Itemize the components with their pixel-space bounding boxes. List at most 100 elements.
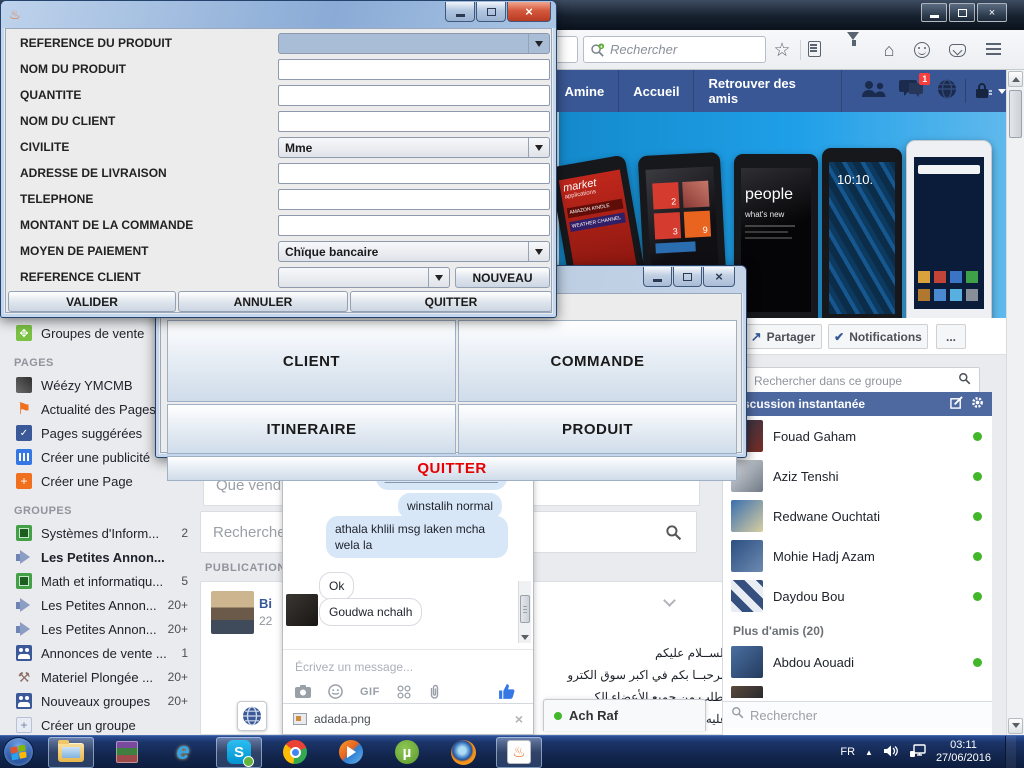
network-icon[interactable] (909, 744, 926, 761)
chat-scrollbar-thumb[interactable] (520, 595, 530, 623)
search-icon[interactable] (665, 524, 682, 546)
firefox-close-button[interactable]: × (977, 3, 1007, 22)
post-author-name[interactable]: Bi (259, 596, 272, 611)
post-author-avatar[interactable] (211, 591, 254, 634)
emoji-smiley-icon[interactable] (328, 684, 343, 699)
notifications-globe-icon[interactable] (937, 79, 957, 104)
like-thumb-icon[interactable] (497, 682, 517, 701)
form-maximize-button[interactable] (476, 2, 506, 22)
notifications-button[interactable]: ✔ Notifications (828, 324, 928, 349)
sidebar-group-item[interactable]: Les Petites Annon... 20+ (0, 617, 200, 641)
montant-commande-field[interactable] (278, 215, 550, 236)
menu-minimize-button[interactable] (643, 267, 672, 287)
volume-icon[interactable] (883, 744, 899, 761)
more-options-button[interactable]: ... (936, 324, 966, 349)
sidebar-group-item[interactable]: + Créer un groupe (0, 713, 200, 737)
gif-button[interactable]: GIF (360, 686, 380, 698)
menu-quitter-button[interactable]: QUITTER (167, 456, 737, 481)
firefox-minimize-button[interactable] (921, 3, 947, 22)
show-desktop-button[interactable] (1005, 736, 1016, 768)
nom-client-field[interactable] (278, 111, 550, 132)
chat-settings-gear-icon[interactable] (971, 396, 984, 412)
remove-attachment-icon[interactable]: × (515, 711, 523, 727)
client-button[interactable]: CLIENT (167, 320, 456, 402)
sidebar-group-item[interactable]: Annonces de vente ... 1 (0, 641, 200, 665)
sidebar-group-item[interactable]: Les Petites Annon... (0, 545, 200, 569)
home-icon[interactable]: ⌂ (879, 39, 899, 61)
nav-find-friends-link[interactable]: Retrouver des amis (694, 70, 841, 112)
itineraire-button[interactable]: ITINERAIRE (167, 404, 456, 454)
camera-icon[interactable] (295, 685, 311, 698)
form-close-button[interactable]: × (507, 2, 551, 22)
quantite-field[interactable] (278, 85, 550, 106)
post-options-chevron-icon[interactable] (663, 594, 676, 607)
group-search-input[interactable] (754, 374, 958, 388)
adresse-livraison-field[interactable] (278, 163, 550, 184)
chat-contact-row[interactable]: Aziz Tenshi (723, 456, 992, 496)
start-button[interactable] (3, 737, 34, 767)
taskbar-utorrent-button[interactable]: µ (384, 737, 430, 768)
bookmarks-menu-icon[interactable] (808, 41, 821, 57)
nav-home-link[interactable]: Accueil (619, 70, 694, 112)
taskbar-explorer-button[interactable] (48, 737, 94, 768)
scroll-up-button[interactable] (1008, 71, 1023, 87)
firefox-search-input[interactable] (610, 42, 740, 57)
taskbar-skype-button[interactable]: S (216, 737, 262, 768)
nom-produit-field[interactable] (278, 59, 550, 80)
taskbar-winrar-button[interactable] (104, 737, 150, 768)
pocket-icon[interactable] (949, 44, 966, 57)
taskbar-java-button[interactable]: ♨ (496, 737, 542, 768)
commande-button[interactable]: COMMANDE (458, 320, 737, 402)
stickers-grid-icon[interactable] (397, 685, 411, 699)
taskbar-media-player-button[interactable] (328, 737, 374, 768)
annuler-button[interactable]: ANNULER (178, 291, 348, 312)
firefox-search-box[interactable]: + (583, 36, 766, 63)
chat-contact-row[interactable]: Daydou Bou (723, 576, 992, 616)
telephone-field[interactable] (278, 189, 550, 210)
chat-contact-row-extra[interactable]: Abdou Aouadi (723, 642, 992, 682)
menu-maximize-button[interactable] (673, 267, 702, 287)
sidebar-group-item[interactable]: ⚒ Materiel Plongée ... 20+ (0, 665, 200, 689)
firefox-restore-button[interactable] (949, 3, 975, 22)
sidebar-group-item[interactable]: Systèmes d'Inform... 2 (0, 521, 200, 545)
nouveau-button[interactable]: NOUVEAU (455, 267, 550, 288)
bookmark-star-icon[interactable]: ☆ (770, 38, 794, 62)
privacy-shortcuts-lock-icon[interactable] (974, 83, 1006, 99)
keyboard-language-indicator[interactable]: FR (840, 746, 855, 758)
share-button[interactable]: ↗ Partager (744, 324, 822, 349)
chat-contact-row[interactable]: Mohie Hadj Azam (723, 536, 992, 576)
chat-scrollbar[interactable] (518, 581, 531, 643)
reference-client-combobox[interactable] (278, 267, 450, 288)
nav-profile-link[interactable]: Amine (549, 70, 619, 112)
menu-close-button[interactable]: × (703, 267, 735, 287)
form-quitter-button[interactable]: QUITTER (350, 291, 552, 312)
reference-produit-combobox[interactable] (278, 33, 550, 54)
messages-icon[interactable]: 1 (899, 79, 923, 103)
chat-sidebar-search[interactable] (723, 701, 992, 728)
moyen-paiement-combobox[interactable]: Chïque bancaire (278, 241, 550, 262)
chat-contact-row[interactable]: Fouad Gaham (723, 416, 992, 456)
scrollbar-thumb[interactable] (1009, 90, 1022, 138)
page-scrollbar[interactable] (1006, 70, 1024, 735)
chat-tab-ach-raf[interactable]: Ach Raf (543, 699, 706, 731)
chat-scroll-down-icon[interactable] (521, 635, 529, 644)
taskbar-chrome-button[interactable] (272, 737, 318, 768)
taskbar-firefox-button[interactable] (440, 737, 486, 768)
sidebar-group-item[interactable]: Les Petites Annon... 20+ (0, 593, 200, 617)
globe-notification-chip[interactable] (237, 701, 267, 731)
civilite-combobox[interactable]: Mme (278, 137, 550, 158)
chat-contact-row[interactable]: Redwane Ouchtati (723, 496, 992, 536)
sidebar-group-item[interactable]: Math et informatiqu... 5 (0, 569, 200, 593)
chat-sidebar-search-input[interactable] (750, 708, 984, 723)
attach-paperclip-icon[interactable] (428, 684, 441, 699)
valider-button[interactable]: VALIDER (8, 291, 176, 312)
group-search-box[interactable] (745, 367, 980, 394)
tray-clock[interactable]: 03:11 27/06/2016 (936, 739, 991, 765)
smiley-addon-icon[interactable] (914, 42, 930, 58)
chat-message-input[interactable] (295, 660, 475, 674)
attachment-filename[interactable]: adada.png (314, 712, 371, 726)
new-message-icon[interactable] (950, 396, 963, 412)
taskbar-ie-button[interactable]: e (160, 737, 206, 768)
friend-requests-icon[interactable] (860, 80, 888, 103)
tray-expand-icon[interactable]: ▲ (865, 748, 873, 757)
